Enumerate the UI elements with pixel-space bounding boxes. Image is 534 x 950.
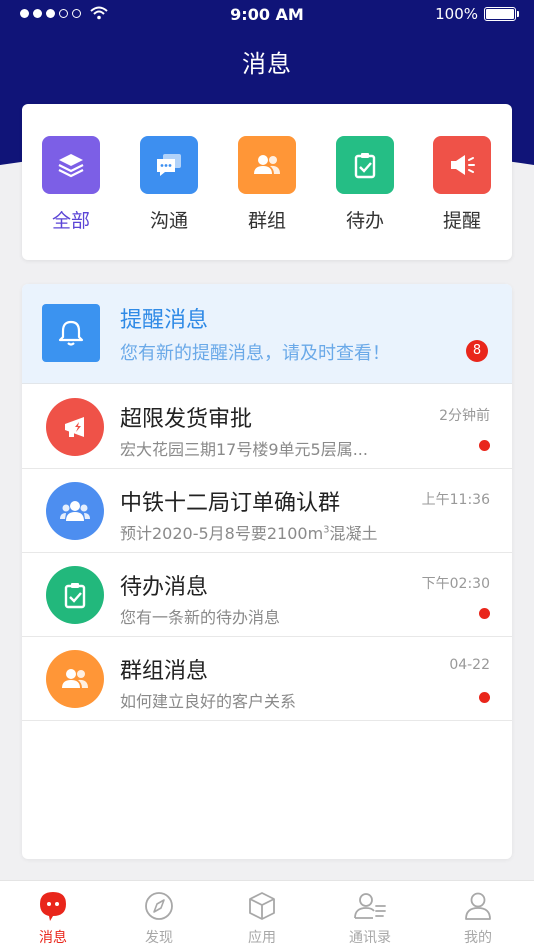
tab-label: 应用 [248,930,276,946]
tab-apps[interactable]: 应用 [222,889,302,947]
message-list: 提醒消息 您有新的提醒消息，请及时查看！ 8 超限发货审批 宏大花园三期17号楼… [22,284,512,859]
list-item[interactable]: 待办消息 您有一条新的待办消息 下午02:30 [22,553,512,637]
item-subtitle: 宏大花园三期17号楼9单元5层属... [120,440,368,459]
tab-label: 通讯录 [349,930,391,946]
status-bar: 9:00 AM 100% [0,0,534,30]
tab-messages[interactable]: 消息 [13,889,93,947]
layers-icon [42,136,100,194]
item-time: 04-22 [449,657,490,673]
item-time: 下午02:30 [421,576,490,592]
category-reminder[interactable]: 提醒 [433,136,491,233]
message-bubble-icon [36,889,70,923]
compass-icon [142,889,176,923]
list-item[interactable]: 中铁十二局订单确认群 预计2020-5月8号要2100m3混凝土 上午11:36 [22,469,512,553]
unread-dot [479,440,490,451]
category-chat[interactable]: 沟通 [140,136,198,233]
page-title: 消息 [242,50,292,78]
item-time: 上午11:36 [421,492,490,508]
unread-dot [479,608,490,619]
category-label: 提醒 [442,210,481,232]
item-subtitle: 预计2020-5月8号要2100m3混凝土 [120,524,378,543]
battery-indicator: 100% [435,5,519,23]
category-label: 全部 [51,210,90,232]
group-icon [46,482,104,540]
item-time: 2分钟前 [439,408,490,424]
tab-bar: 消息 发现 应用 通讯录 我的 [0,880,534,950]
list-item[interactable]: 超限发货审批 宏大花园三期17号楼9单元5层属... 2分钟前 [22,385,512,469]
category-todo[interactable]: 待办 [336,136,394,233]
item-title: 待办消息 [120,575,209,600]
list-item[interactable]: 群组消息 如何建立良好的客户关系 04-22 [22,637,512,721]
bell-icon [42,304,100,362]
category-group[interactable]: 群组 [238,136,296,233]
tab-contacts[interactable]: 通讯录 [330,889,410,947]
category-all[interactable]: 全部 [42,136,100,233]
category-card: 全部 沟通 群组 待办 提醒 [22,104,512,260]
megaphone-icon [433,136,491,194]
reminder-title: 提醒消息 [120,308,209,333]
clipboard-check-icon [46,566,104,624]
unread-count-badge: 8 [466,340,488,362]
item-subtitle: 您有一条新的待办消息 [120,608,281,627]
battery-icon [484,7,519,21]
item-title: 中铁十二局订单确认群 [120,491,341,516]
reminder-banner[interactable]: 提醒消息 您有新的提醒消息，请及时查看！ 8 [22,284,512,384]
item-title: 群组消息 [120,659,209,684]
clipboard-check-icon [336,136,394,194]
user-icon [461,889,495,923]
group-icon [238,136,296,194]
tab-label: 我的 [464,930,492,946]
tab-label: 发现 [145,930,173,946]
group-icon [46,650,104,708]
reminder-subtitle: 您有新的提醒消息，请及时查看！ [120,343,390,364]
category-label: 沟通 [149,210,188,232]
tab-discover[interactable]: 发现 [119,889,199,947]
item-title: 超限发货审批 [120,407,253,432]
cube-icon [245,889,279,923]
category-label: 群组 [247,210,286,232]
battery-percent: 100% [435,5,478,23]
category-label: 待办 [345,210,384,232]
tab-profile[interactable]: 我的 [438,889,518,947]
item-subtitle: 如何建立良好的客户关系 [120,692,297,711]
megaphone-icon [46,398,104,456]
contacts-icon [353,889,387,923]
chat-icon [140,136,198,194]
tab-label: 消息 [39,930,67,946]
unread-dot [479,692,490,703]
